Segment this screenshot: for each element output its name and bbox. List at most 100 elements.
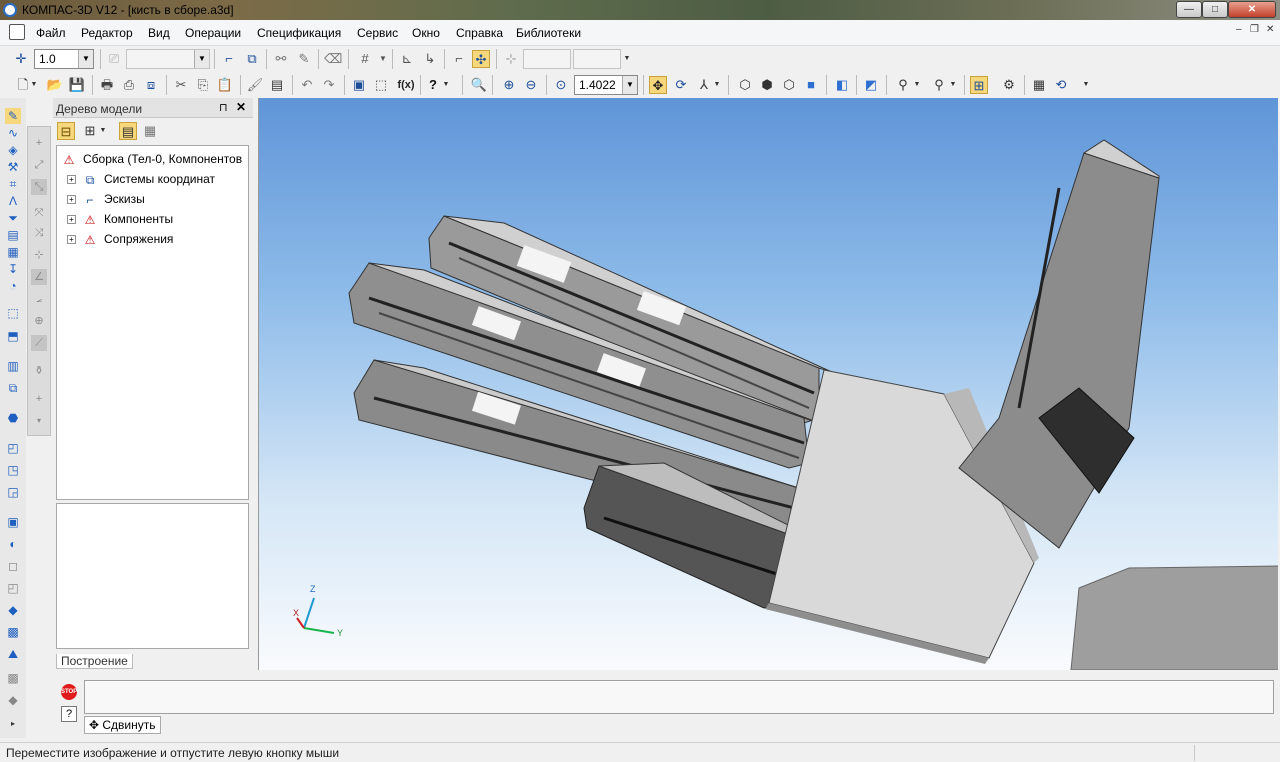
cube-move-icon[interactable]: ◲ [5, 484, 21, 500]
rebuild-icon[interactable]: ⟲ [1052, 76, 1070, 94]
tree-item[interactable]: + ⚠ Сопряжения [67, 229, 173, 249]
tree-sort-icon[interactable]: ⊞ [81, 122, 99, 140]
chevron-down-icon[interactable]: ▼ [713, 76, 721, 94]
insert-component-icon[interactable]: ⬒ [5, 328, 21, 344]
expand-icon[interactable]: + [67, 195, 76, 205]
cube-edit-icon[interactable]: ◳ [5, 462, 21, 478]
doc-minimize-button[interactable]: – [1236, 24, 1242, 35]
zoom-frame-icon[interactable]: 🔍 [470, 76, 488, 94]
doc-restore-button[interactable]: ❐ [1250, 24, 1259, 35]
orient-icon[interactable]: ⧉ [243, 50, 261, 68]
spec-icon[interactable]: ▤ [5, 227, 21, 243]
tree-structure-icon[interactable]: ⊟ [57, 122, 75, 140]
model-viewport[interactable]: Z Y X [258, 98, 1278, 670]
maximize-button[interactable]: □ [1202, 1, 1228, 18]
section-icon[interactable]: ◐ [5, 536, 21, 552]
format-painter-icon[interactable]: 🖌 [246, 76, 264, 94]
step-combo[interactable]: 1.0 ▼ [34, 49, 94, 69]
chevron-down-icon[interactable]: ▼ [78, 50, 93, 68]
measure-tool-icon[interactable]: ◔ [5, 278, 21, 294]
dimension-icon[interactable]: ↧ [5, 261, 21, 277]
toolbar-overflow-icon[interactable]: ▼ [623, 50, 631, 68]
rotate-icon[interactable]: ⟳ [672, 76, 690, 94]
shaded-icon[interactable]: ■ [802, 76, 820, 94]
zoom-out-icon[interactable]: ⊖ [522, 76, 540, 94]
thin-lines-icon[interactable]: ⬡ [780, 76, 798, 94]
cs-axis-icon[interactable]: ↳ [421, 50, 439, 68]
paste-icon[interactable]: 📋 [216, 76, 234, 94]
tree-item[interactable]: + ⌐ Эскизы [67, 189, 145, 209]
clip-icon[interactable]: ⌗ [5, 176, 21, 192]
snap-icon[interactable]: ✛ [12, 50, 30, 68]
minimize-button[interactable]: — [1176, 1, 1202, 18]
tree-root[interactable]: ⚠ Сборка (Тел-0, Компонентов [61, 149, 243, 169]
hidden-lines-icon[interactable]: ⬢ [758, 76, 776, 94]
toolbar-overflow-icon[interactable]: ▼ [1082, 76, 1090, 94]
zoom-scale-icon[interactable]: ⊙ [552, 76, 570, 94]
orientation-icon[interactable]: ⅄ [695, 76, 713, 94]
ortho-icon[interactable]: ⊾ [398, 50, 416, 68]
tab-move[interactable]: ✥ Сдвинуть [84, 716, 161, 734]
open-icon[interactable]: 📂 [46, 76, 64, 94]
stop-command-icon[interactable]: STOP [61, 684, 77, 700]
selection-filter-icon[interactable]: ⚲ [930, 76, 948, 94]
help-icon[interactable]: ? [61, 706, 77, 722]
print-preview-icon[interactable]: ⎙ [120, 76, 138, 94]
pin-icon[interactable]: ⊓ [219, 101, 228, 114]
model-tree[interactable]: ⚠ Сборка (Тел-0, Компонентов + ⧉ Системы ко… [56, 145, 249, 545]
chevron-down-icon[interactable]: ▼ [949, 76, 957, 94]
chevron-down-icon[interactable]: ▼ [374, 50, 392, 68]
tree-item[interactable]: + ⧉ Системы координат [67, 169, 215, 189]
edit-details-icon[interactable]: ✎ [5, 108, 21, 124]
wand-icon[interactable]: ⚒ [5, 159, 21, 175]
menu-service[interactable]: Сервис [357, 26, 398, 40]
local-cs-icon[interactable]: ⌐ [220, 50, 238, 68]
extrude-icon[interactable]: ▥ [5, 358, 21, 374]
shaded-edges-icon[interactable]: ◧ [833, 76, 851, 94]
kompas-app-icon[interactable] [3, 3, 17, 17]
report-icon[interactable]: ▦ [1030, 76, 1048, 94]
print-icon[interactable]: 🖶 [98, 76, 116, 94]
close-button[interactable]: ✕ [1228, 1, 1276, 18]
menu-help[interactable]: Справка [456, 26, 503, 40]
table-icon[interactable]: ▦ [5, 244, 21, 260]
menu-libraries[interactable]: Библиотеки [516, 26, 581, 40]
shell-icon[interactable]: ◆ [5, 602, 21, 618]
document-icon[interactable] [9, 24, 25, 40]
redo-icon[interactable]: ↷ [320, 76, 338, 94]
tree-toggle-icon[interactable]: ⊞ [970, 76, 988, 94]
cut-icon[interactable]: ✂ [172, 76, 190, 94]
step-icon[interactable]: ⌐ [450, 50, 468, 68]
link-icon[interactable]: ⚯ [272, 50, 290, 68]
context-help-icon[interactable]: ? [424, 76, 442, 94]
image-icon[interactable]: ⛰ [5, 646, 21, 662]
properties-icon[interactable]: ▤ [268, 76, 286, 94]
menu-window[interactable]: Окно [412, 26, 440, 40]
frame-icon[interactable]: ⧈ [142, 76, 160, 94]
chevron-right-icon[interactable]: ▸ [5, 716, 21, 732]
chevron-down-icon[interactable]: ▼ [99, 122, 107, 140]
menu-editor[interactable]: Редактор [81, 26, 133, 40]
doc-close-button[interactable]: ✕ [1266, 24, 1274, 35]
expand-icon[interactable]: + [67, 175, 76, 185]
tree-item[interactable]: + ⚠ Компоненты [67, 209, 173, 229]
frame-tool-icon[interactable]: ▣ [5, 514, 21, 530]
menu-operations[interactable]: Операции [185, 26, 241, 40]
expand-icon[interactable]: + [67, 215, 76, 225]
perspective-icon[interactable]: ◩ [862, 76, 880, 94]
tab-construction[interactable]: Построение [56, 654, 133, 669]
menu-file[interactable]: Файл [36, 26, 66, 40]
filter-icon[interactable]: ⚲ [894, 76, 912, 94]
pencil-icon[interactable]: ✎ [295, 50, 313, 68]
measure-icon[interactable]: ⚙ [1000, 76, 1018, 94]
filter-funnel-icon[interactable]: ⏷ [5, 210, 21, 226]
assembly-icon[interactable]: ⬣ [5, 410, 21, 426]
surface-icon[interactable]: ◈ [5, 142, 21, 158]
line-icon[interactable]: Λ [5, 193, 21, 209]
zoom-combo[interactable]: 1.4022 ▼ [574, 75, 638, 95]
chevron-down-icon[interactable]: ▼ [913, 76, 921, 94]
undo-icon[interactable]: ↶ [298, 76, 316, 94]
save-icon[interactable]: 💾 [68, 76, 86, 94]
zoom-in-icon[interactable]: ⊕ [500, 76, 518, 94]
eraser-icon[interactable]: ⌫ [324, 50, 342, 68]
